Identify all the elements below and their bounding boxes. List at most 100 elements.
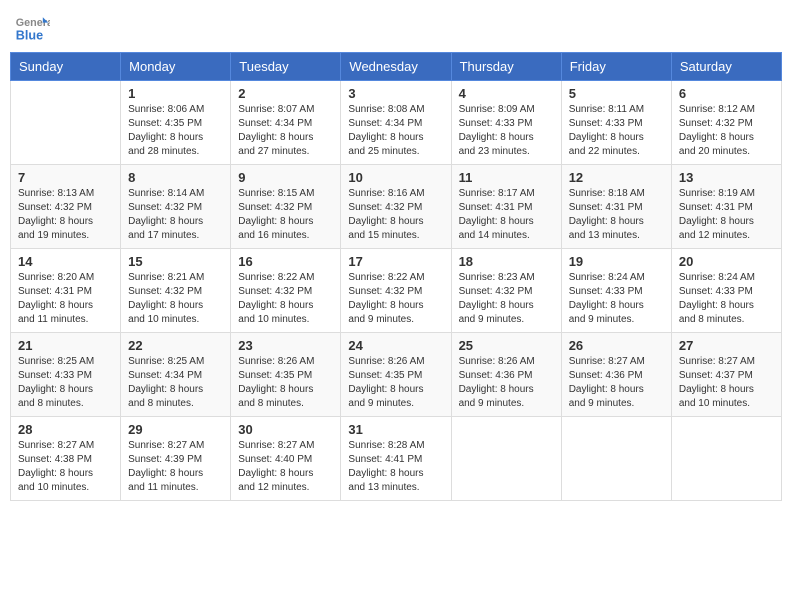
calendar-cell [11,81,121,165]
calendar-cell: 27 Sunrise: 8:27 AM Sunset: 4:37 PM Dayli… [671,333,781,417]
day-number: 7 [18,170,113,185]
header: General Blue [10,10,782,46]
day-info: Sunrise: 8:15 AM Sunset: 4:32 PM Dayligh… [238,187,333,243]
svg-text:Blue: Blue [16,29,43,43]
day-info: Sunrise: 8:24 AM Sunset: 4:33 PM Dayligh… [679,271,774,327]
day-number: 25 [459,338,554,353]
calendar-cell: 10 Sunrise: 8:16 AM Sunset: 4:32 PM Dayli… [341,165,451,249]
logo: General Blue [14,10,50,46]
logo-icon: General Blue [14,10,50,46]
day-number: 17 [348,254,443,269]
day-number: 24 [348,338,443,353]
day-info: Sunrise: 8:26 AM Sunset: 4:35 PM Dayligh… [348,355,443,411]
calendar-cell: 22Sunrise: 8:25 AM Sunset: 4:34 PM Dayli… [121,333,231,417]
calendar-cell: 4 Sunrise: 8:09 AM Sunset: 4:33 PM Daylig… [451,81,561,165]
day-number: 18 [459,254,554,269]
day-info: Sunrise: 8:24 AM Sunset: 4:33 PM Dayligh… [569,271,664,327]
day-info: Sunrise: 8:17 AM Sunset: 4:31 PM Dayligh… [459,187,554,243]
day-number: 31 [348,422,443,437]
day-info: Sunrise: 8:12 AM Sunset: 4:32 PM Dayligh… [679,103,774,159]
calendar-cell: 23 Sunrise: 8:26 AM Sunset: 4:35 PM Dayli… [231,333,341,417]
day-info: Sunrise: 8:27 AM Sunset: 4:37 PM Dayligh… [679,355,774,411]
day-number: 23 [238,338,333,353]
calendar-cell: 6 Sunrise: 8:12 AM Sunset: 4:32 PM Daylig… [671,81,781,165]
calendar-cell: 14Sunrise: 8:20 AM Sunset: 4:31 PM Dayli… [11,249,121,333]
weekday-header-row: SundayMondayTuesdayWednesdayThursdayFrid… [11,53,782,81]
day-info: Sunrise: 8:25 AM Sunset: 4:34 PM Dayligh… [128,355,223,411]
day-info: Sunrise: 8:19 AM Sunset: 4:31 PM Dayligh… [679,187,774,243]
day-info: Sunrise: 8:09 AM Sunset: 4:33 PM Dayligh… [459,103,554,159]
week-row-5: 28 Sunrise: 8:27 AM Sunset: 4:38 PM Dayli… [11,417,782,501]
day-number: 28 [18,422,113,437]
calendar-cell: 8Sunrise: 8:14 AM Sunset: 4:32 PM Daylig… [121,165,231,249]
day-info: Sunrise: 8:27 AM Sunset: 4:40 PM Dayligh… [238,439,333,495]
day-info: Sunrise: 8:13 AM Sunset: 4:32 PM Dayligh… [18,187,113,243]
day-info: Sunrise: 8:06 AM Sunset: 4:35 PM Dayligh… [128,103,223,159]
day-number: 26 [569,338,664,353]
calendar-cell: 31 Sunrise: 8:28 AM Sunset: 4:41 PM Dayli… [341,417,451,501]
day-info: Sunrise: 8:26 AM Sunset: 4:36 PM Dayligh… [459,355,554,411]
weekday-header-friday: Friday [561,53,671,81]
day-number: 15 [128,254,223,269]
day-info: Sunrise: 8:22 AM Sunset: 4:32 PM Dayligh… [348,271,443,327]
calendar-cell: 30 Sunrise: 8:27 AM Sunset: 4:40 PM Dayli… [231,417,341,501]
calendar-cell: 16 Sunrise: 8:22 AM Sunset: 4:32 PM Dayli… [231,249,341,333]
weekday-header-saturday: Saturday [671,53,781,81]
day-number: 2 [238,86,333,101]
day-info: Sunrise: 8:28 AM Sunset: 4:41 PM Dayligh… [348,439,443,495]
calendar-cell: 7 Sunrise: 8:13 AM Sunset: 4:32 PM Daylig… [11,165,121,249]
calendar-cell: 13 Sunrise: 8:19 AM Sunset: 4:31 PM Dayli… [671,165,781,249]
day-number: 5 [569,86,664,101]
calendar-cell: 15 Sunrise: 8:21 AM Sunset: 4:32 PM Dayli… [121,249,231,333]
day-number: 8 [128,170,223,185]
day-info: Sunrise: 8:20 AM Sunset: 4:31 PM Dayligh… [18,271,113,327]
svg-text:General: General [16,17,50,29]
day-number: 30 [238,422,333,437]
calendar-cell: 12Sunrise: 8:18 AM Sunset: 4:31 PM Dayli… [561,165,671,249]
day-number: 6 [679,86,774,101]
calendar-cell [671,417,781,501]
day-info: Sunrise: 8:07 AM Sunset: 4:34 PM Dayligh… [238,103,333,159]
day-info: Sunrise: 8:27 AM Sunset: 4:36 PM Dayligh… [569,355,664,411]
calendar-cell: 25 Sunrise: 8:26 AM Sunset: 4:36 PM Dayli… [451,333,561,417]
calendar-cell: 3 Sunrise: 8:08 AM Sunset: 4:34 PM Daylig… [341,81,451,165]
calendar: SundayMondayTuesdayWednesdayThursdayFrid… [10,52,782,501]
calendar-cell: 9 Sunrise: 8:15 AM Sunset: 4:32 PM Daylig… [231,165,341,249]
calendar-cell [561,417,671,501]
calendar-cell: 21 Sunrise: 8:25 AM Sunset: 4:33 PM Dayli… [11,333,121,417]
day-number: 21 [18,338,113,353]
weekday-header-sunday: Sunday [11,53,121,81]
weekday-header-thursday: Thursday [451,53,561,81]
day-number: 16 [238,254,333,269]
day-info: Sunrise: 8:11 AM Sunset: 4:33 PM Dayligh… [569,103,664,159]
day-info: Sunrise: 8:21 AM Sunset: 4:32 PM Dayligh… [128,271,223,327]
calendar-cell: 2 Sunrise: 8:07 AM Sunset: 4:34 PM Daylig… [231,81,341,165]
day-info: Sunrise: 8:23 AM Sunset: 4:32 PM Dayligh… [459,271,554,327]
calendar-cell: 18 Sunrise: 8:23 AM Sunset: 4:32 PM Dayli… [451,249,561,333]
calendar-cell: 29Sunrise: 8:27 AM Sunset: 4:39 PM Dayli… [121,417,231,501]
day-number: 10 [348,170,443,185]
day-info: Sunrise: 8:22 AM Sunset: 4:32 PM Dayligh… [238,271,333,327]
calendar-cell: 5 Sunrise: 8:11 AM Sunset: 4:33 PM Daylig… [561,81,671,165]
day-number: 13 [679,170,774,185]
day-info: Sunrise: 8:26 AM Sunset: 4:35 PM Dayligh… [238,355,333,411]
day-number: 12 [569,170,664,185]
day-info: Sunrise: 8:25 AM Sunset: 4:33 PM Dayligh… [18,355,113,411]
day-number: 1 [128,86,223,101]
week-row-4: 21 Sunrise: 8:25 AM Sunset: 4:33 PM Dayli… [11,333,782,417]
day-number: 9 [238,170,333,185]
day-number: 29 [128,422,223,437]
weekday-header-monday: Monday [121,53,231,81]
calendar-cell: 20Sunrise: 8:24 AM Sunset: 4:33 PM Dayli… [671,249,781,333]
weekday-header-tuesday: Tuesday [231,53,341,81]
day-info: Sunrise: 8:08 AM Sunset: 4:34 PM Dayligh… [348,103,443,159]
day-number: 3 [348,86,443,101]
calendar-cell: 17 Sunrise: 8:22 AM Sunset: 4:32 PM Dayli… [341,249,451,333]
calendar-cell: 1 Sunrise: 8:06 AM Sunset: 4:35 PM Daylig… [121,81,231,165]
calendar-cell: 11Sunrise: 8:17 AM Sunset: 4:31 PM Dayli… [451,165,561,249]
day-info: Sunrise: 8:27 AM Sunset: 4:38 PM Dayligh… [18,439,113,495]
day-number: 27 [679,338,774,353]
day-number: 4 [459,86,554,101]
calendar-cell: 19Sunrise: 8:24 AM Sunset: 4:33 PM Dayli… [561,249,671,333]
day-info: Sunrise: 8:16 AM Sunset: 4:32 PM Dayligh… [348,187,443,243]
